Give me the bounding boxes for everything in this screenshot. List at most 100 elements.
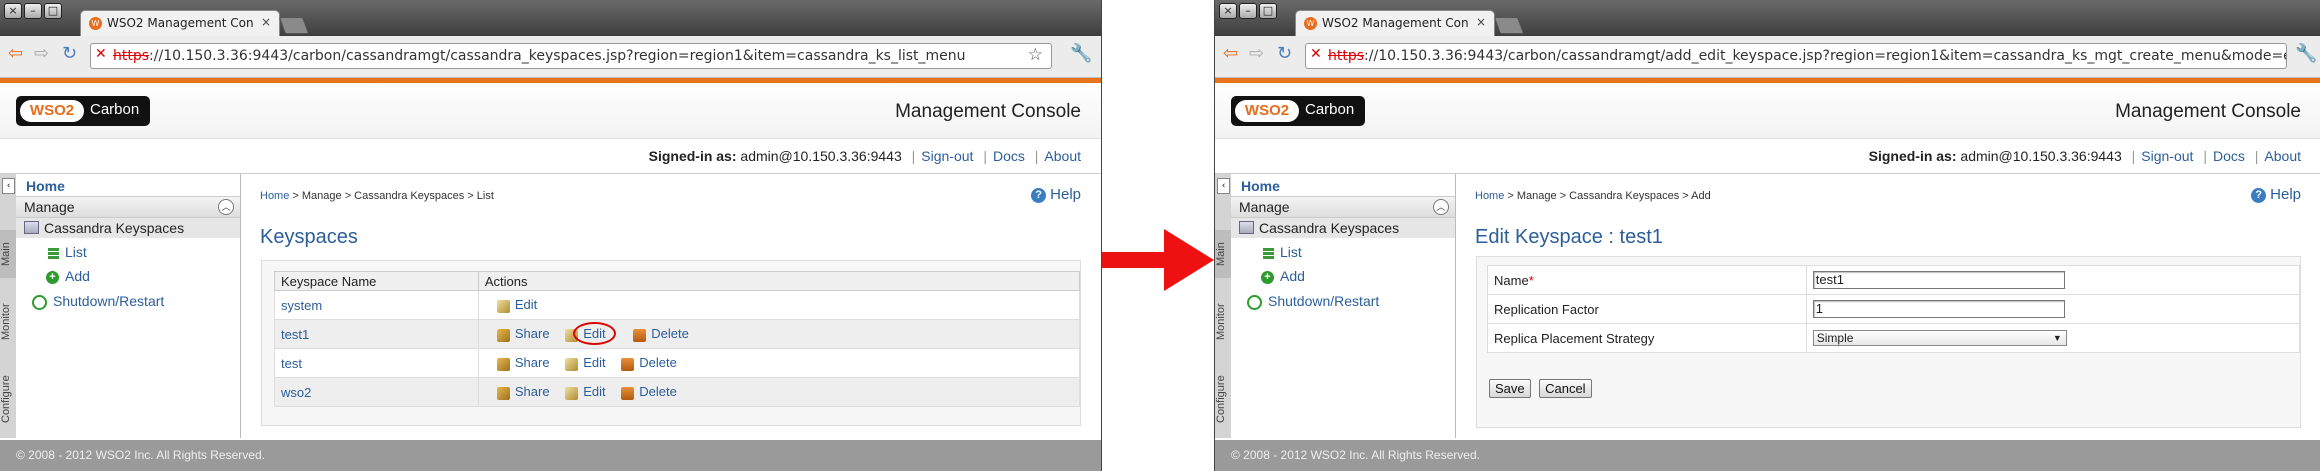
delete-action[interactable]: Delete xyxy=(621,355,677,371)
edit-keyspace-form: Name* test1 Replication Factor 1 Replica… xyxy=(1487,265,2301,353)
trash-icon xyxy=(621,386,635,400)
transition-arrow-icon xyxy=(1102,229,1214,291)
menu-cassandra-keyspaces[interactable]: Cassandra Keyspaces xyxy=(16,218,240,238)
close-tab-icon[interactable]: × xyxy=(1476,15,1486,29)
help-link[interactable]: ? Help xyxy=(2251,186,2301,203)
minimize-window-button[interactable]: – xyxy=(24,3,42,19)
new-tab-button[interactable] xyxy=(278,17,310,34)
wso2-carbon-logo: WSO2 Carbon xyxy=(16,96,150,126)
tab-monitor[interactable]: Monitor xyxy=(1215,292,1231,352)
about-link[interactable]: About xyxy=(1044,148,1081,164)
bookmark-star-icon[interactable]: ☆ xyxy=(1028,45,1043,65)
signout-link[interactable]: Sign-out xyxy=(921,148,973,164)
menu-manage-header[interactable]: Manage ︿ xyxy=(16,196,240,218)
address-bar[interactable]: ✕ https://10.150.3.36:9443/carbon/cassan… xyxy=(1305,43,2287,69)
menu-item-shutdown[interactable]: Shutdown/Restart xyxy=(1247,293,1379,310)
tab-main[interactable]: Main xyxy=(1215,230,1231,278)
maximize-window-button[interactable]: □ xyxy=(44,3,62,19)
share-action[interactable]: Share xyxy=(496,384,550,400)
tab-configure[interactable]: Configure xyxy=(0,364,16,434)
edit-action[interactable]: Edit xyxy=(565,322,617,346)
menu-item-list[interactable]: List xyxy=(48,244,87,260)
menu-item-add[interactable]: + Add xyxy=(46,268,90,284)
back-arrow-icon[interactable]: ⇦ xyxy=(8,44,23,64)
address-bar[interactable]: ✕ https://10.150.3.36:9443/carbon/cassan… xyxy=(90,43,1052,69)
power-icon xyxy=(32,294,47,310)
tab-configure[interactable]: Configure xyxy=(1215,364,1231,434)
menu-manage-header[interactable]: Manage ︿ xyxy=(1231,196,1455,218)
breadcrumb-home[interactable]: Home xyxy=(260,190,289,202)
close-window-button[interactable]: × xyxy=(1219,3,1237,19)
collapse-section-icon[interactable]: ︿ xyxy=(218,199,234,215)
keyspace-name-link[interactable]: test xyxy=(281,356,302,371)
keyspace-name-link[interactable]: wso2 xyxy=(281,385,311,400)
insecure-x-icon: ✕ xyxy=(1310,46,1322,62)
wso2-favicon-icon: W xyxy=(1304,17,1317,30)
keyspace-table: Keyspace Name Actions system Edit test1 … xyxy=(274,271,1081,407)
menu-item-shutdown[interactable]: Shutdown/Restart xyxy=(32,293,164,310)
docs-link[interactable]: Docs xyxy=(993,148,1025,164)
wrench-icon[interactable]: 🔧 xyxy=(1070,43,1092,64)
browser-tab[interactable]: W WSO2 Management Conso × xyxy=(1295,10,1495,37)
menu-item-list[interactable]: List xyxy=(1263,244,1302,260)
menu-home[interactable]: Home xyxy=(26,178,65,194)
browser-toolbar: ⇦ ⇨ ↻ ✕ https://10.150.3.36:9443/carbon/… xyxy=(0,36,1101,78)
edit-action[interactable]: Edit xyxy=(565,355,606,371)
breadcrumb: Home > Manage > Cassandra Keyspaces > Ad… xyxy=(1475,190,1711,202)
copyright-text: © 2008 - 2012 WSO2 Inc. All Rights Reser… xyxy=(1231,448,1480,462)
forward-arrow-icon[interactable]: ⇨ xyxy=(34,44,49,64)
breadcrumb-home[interactable]: Home xyxy=(1475,190,1504,202)
help-link[interactable]: ? Help xyxy=(1031,186,1081,203)
browser-tab[interactable]: W WSO2 Management Conso × xyxy=(80,10,280,37)
close-window-button[interactable]: × xyxy=(4,3,22,19)
form-row-replication-factor: Replication Factor 1 xyxy=(1487,294,2301,324)
share-icon xyxy=(496,386,510,400)
menu-item-add[interactable]: + Add xyxy=(1261,268,1305,284)
menu-home[interactable]: Home xyxy=(1241,178,1280,194)
edit-action[interactable]: Edit xyxy=(565,384,606,400)
reload-icon[interactable]: ↻ xyxy=(62,44,77,64)
delete-action[interactable]: Delete xyxy=(633,326,689,342)
keyspace-name-link[interactable]: system xyxy=(281,298,322,313)
edit-icon xyxy=(565,386,579,400)
name-field[interactable]: test1 xyxy=(1812,271,2065,289)
maximize-window-button[interactable]: □ xyxy=(1259,3,1277,19)
edit-action[interactable]: Edit xyxy=(496,297,537,313)
cancel-button[interactable]: Cancel xyxy=(1539,379,1592,398)
strategy-select[interactable]: Simple ▼ xyxy=(1812,330,2067,346)
footer: © 2008 - 2012 WSO2 Inc. All Rights Reser… xyxy=(1215,440,2320,471)
table-row: wso2 Share Edit Delete xyxy=(274,377,1081,407)
collapse-section-icon[interactable]: ︿ xyxy=(1433,199,1449,215)
docs-link[interactable]: Docs xyxy=(2213,148,2245,164)
replication-factor-field[interactable]: 1 xyxy=(1812,300,2065,318)
tab-monitor[interactable]: Monitor xyxy=(0,292,16,352)
arrow-shaft xyxy=(1102,252,1172,268)
column-header-name: Keyspace Name xyxy=(274,271,479,291)
close-tab-icon[interactable]: × xyxy=(261,15,271,29)
footer: © 2008 - 2012 WSO2 Inc. All Rights Reser… xyxy=(0,440,1101,471)
collapse-menu-icon[interactable]: ‹ xyxy=(1217,178,1230,194)
menu-cassandra-keyspaces[interactable]: Cassandra Keyspaces xyxy=(1231,218,1455,238)
tab-main[interactable]: Main xyxy=(0,230,16,278)
delete-action[interactable]: Delete xyxy=(621,384,677,400)
save-button[interactable]: Save xyxy=(1489,379,1531,398)
share-action[interactable]: Share xyxy=(496,326,550,342)
forward-arrow-icon[interactable]: ⇨ xyxy=(1249,44,1264,64)
reload-icon[interactable]: ↻ xyxy=(1277,44,1292,64)
signed-in-label: Signed-in as: xyxy=(1868,148,1957,164)
wrench-icon[interactable]: 🔧 xyxy=(2295,43,2317,64)
new-tab-button[interactable] xyxy=(1493,17,1525,34)
signed-in-user: admin@10.150.3.36:9443 xyxy=(740,148,902,164)
power-icon xyxy=(1247,294,1262,310)
vertical-tab-strip: ‹ Main Monitor Configure xyxy=(0,174,17,438)
minimize-window-button[interactable]: – xyxy=(1239,3,1257,19)
keyspace-name-link[interactable]: test1 xyxy=(281,327,309,342)
about-link[interactable]: About xyxy=(2264,148,2301,164)
back-arrow-icon[interactable]: ⇦ xyxy=(1223,44,1238,64)
signout-link[interactable]: Sign-out xyxy=(2141,148,2193,164)
left-menu: Home Manage ︿ Cassandra Keyspaces List +… xyxy=(16,174,241,438)
signed-in-user: admin@10.150.3.36:9443 xyxy=(1960,148,2122,164)
collapse-menu-icon[interactable]: ‹ xyxy=(2,178,15,194)
list-icon xyxy=(48,247,59,259)
share-action[interactable]: Share xyxy=(496,355,550,371)
